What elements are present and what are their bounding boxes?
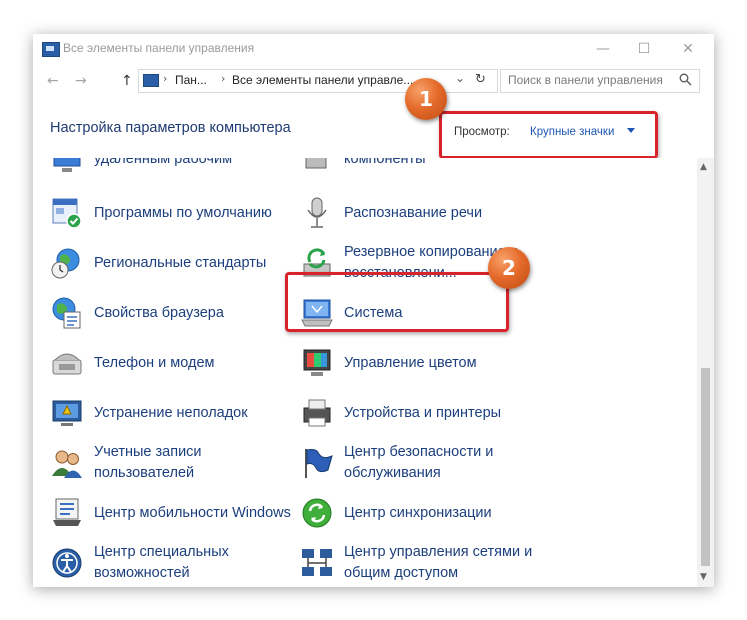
up-button[interactable]: ↑ xyxy=(121,73,133,89)
search-input[interactable]: Поиск в панели управления xyxy=(500,69,700,93)
search-icon[interactable] xyxy=(679,73,692,86)
item-devices-printers[interactable]: Устройства и принтеры xyxy=(300,390,550,436)
phone-modem-icon xyxy=(52,353,82,375)
item-default-programs[interactable]: Программы по умолчанию xyxy=(50,190,300,236)
control-panel-icon xyxy=(42,42,60,57)
window-title: Все элементы панели управления xyxy=(63,41,255,55)
chevron-right-icon: › xyxy=(163,72,168,85)
item-region[interactable]: Региональные стандарты xyxy=(50,240,300,286)
search-placeholder: Поиск в панели управления xyxy=(508,73,663,87)
programs-features-icon xyxy=(305,158,327,169)
view-mode-dropdown[interactable]: Крупные значки xyxy=(530,126,614,138)
default-programs-icon xyxy=(52,198,82,229)
control-panel-icon xyxy=(143,74,159,87)
minimize-button[interactable]: — xyxy=(588,38,618,60)
control-panel-window: Все элементы панели управления — ☐ ✕ ← →… xyxy=(33,34,714,587)
system-highlight xyxy=(285,272,509,332)
region-icon xyxy=(51,248,80,279)
ease-of-access-icon xyxy=(52,548,82,578)
refresh-icon[interactable]: ↻ xyxy=(475,72,486,87)
item-ease-of-access[interactable]: Центр специальных возможностей xyxy=(50,540,300,583)
header-row: Настройка параметров компьютера Просмотр… xyxy=(33,98,714,159)
scroll-thumb[interactable] xyxy=(701,368,710,566)
breadcrumb-control-panel[interactable]: Пан... xyxy=(175,73,207,87)
sync-center-icon xyxy=(302,498,332,528)
scroll-down-icon[interactable]: ▼ xyxy=(700,572,707,582)
item-troubleshooting[interactable]: Устранение неполадок xyxy=(50,390,300,436)
item-network-sharing[interactable]: Центр управления сетями и общим доступом xyxy=(300,540,550,583)
chevron-right-icon: › xyxy=(221,72,226,85)
address-dropdown-icon[interactable]: ⌄ xyxy=(455,71,465,85)
security-maintenance-icon xyxy=(305,449,333,478)
remote-desktop-icon xyxy=(53,158,81,172)
breadcrumb-all-items[interactable]: Все элементы панели управле... xyxy=(232,73,413,87)
vertical-scrollbar[interactable]: ▲ ▼ xyxy=(697,158,714,587)
item-user-accounts[interactable]: Учетные записи пользователей xyxy=(50,440,300,486)
color-management-icon xyxy=(303,349,331,376)
troubleshooting-icon xyxy=(52,400,82,426)
step-badge-2: 2 xyxy=(488,247,530,289)
items-grid: удалённым рабочим Программы по умолчанию… xyxy=(33,158,697,583)
scroll-up-icon[interactable]: ▲ xyxy=(700,162,707,172)
back-button[interactable]: ← xyxy=(47,73,59,89)
title-bar: Все элементы панели управления — ☐ ✕ xyxy=(33,34,714,65)
close-button[interactable]: ✕ xyxy=(673,38,703,60)
mobility-center-icon xyxy=(53,498,81,526)
forward-button[interactable]: → xyxy=(75,73,87,89)
view-mode-highlight: Просмотр: Крупные значки xyxy=(439,111,658,159)
view-label: Просмотр: xyxy=(454,126,510,138)
chevron-down-icon[interactable] xyxy=(627,128,635,133)
item-security-maintenance[interactable]: Центр безопасности и обслуживания xyxy=(300,440,550,486)
page-title: Настройка параметров компьютера xyxy=(50,120,291,136)
step-badge-1: 1 xyxy=(405,78,447,120)
network-sharing-icon xyxy=(302,549,332,576)
item-programs-features[interactable]: компоненты xyxy=(300,158,550,182)
item-internet-options[interactable]: Свойства браузера xyxy=(50,290,300,336)
item-phone-modem[interactable]: Телефон и модем xyxy=(50,340,300,386)
user-accounts-icon xyxy=(52,450,82,478)
item-color-management[interactable]: Управление цветом xyxy=(300,340,550,386)
maximize-button[interactable]: ☐ xyxy=(629,38,659,60)
item-speech-recognition[interactable]: Распознавание речи xyxy=(300,190,550,236)
item-sync-center[interactable]: Центр синхронизации xyxy=(300,490,550,536)
devices-printers-icon xyxy=(303,399,331,427)
internet-options-icon xyxy=(52,297,81,329)
speech-recognition-icon xyxy=(307,197,327,228)
item-mobility-center[interactable]: Центр мобильности Windows xyxy=(50,490,300,536)
navigation-bar: ← → ↑ › Пан... › Все элементы панели упр… xyxy=(33,64,714,98)
item-remote-desktop[interactable]: удалённым рабочим xyxy=(50,158,300,182)
